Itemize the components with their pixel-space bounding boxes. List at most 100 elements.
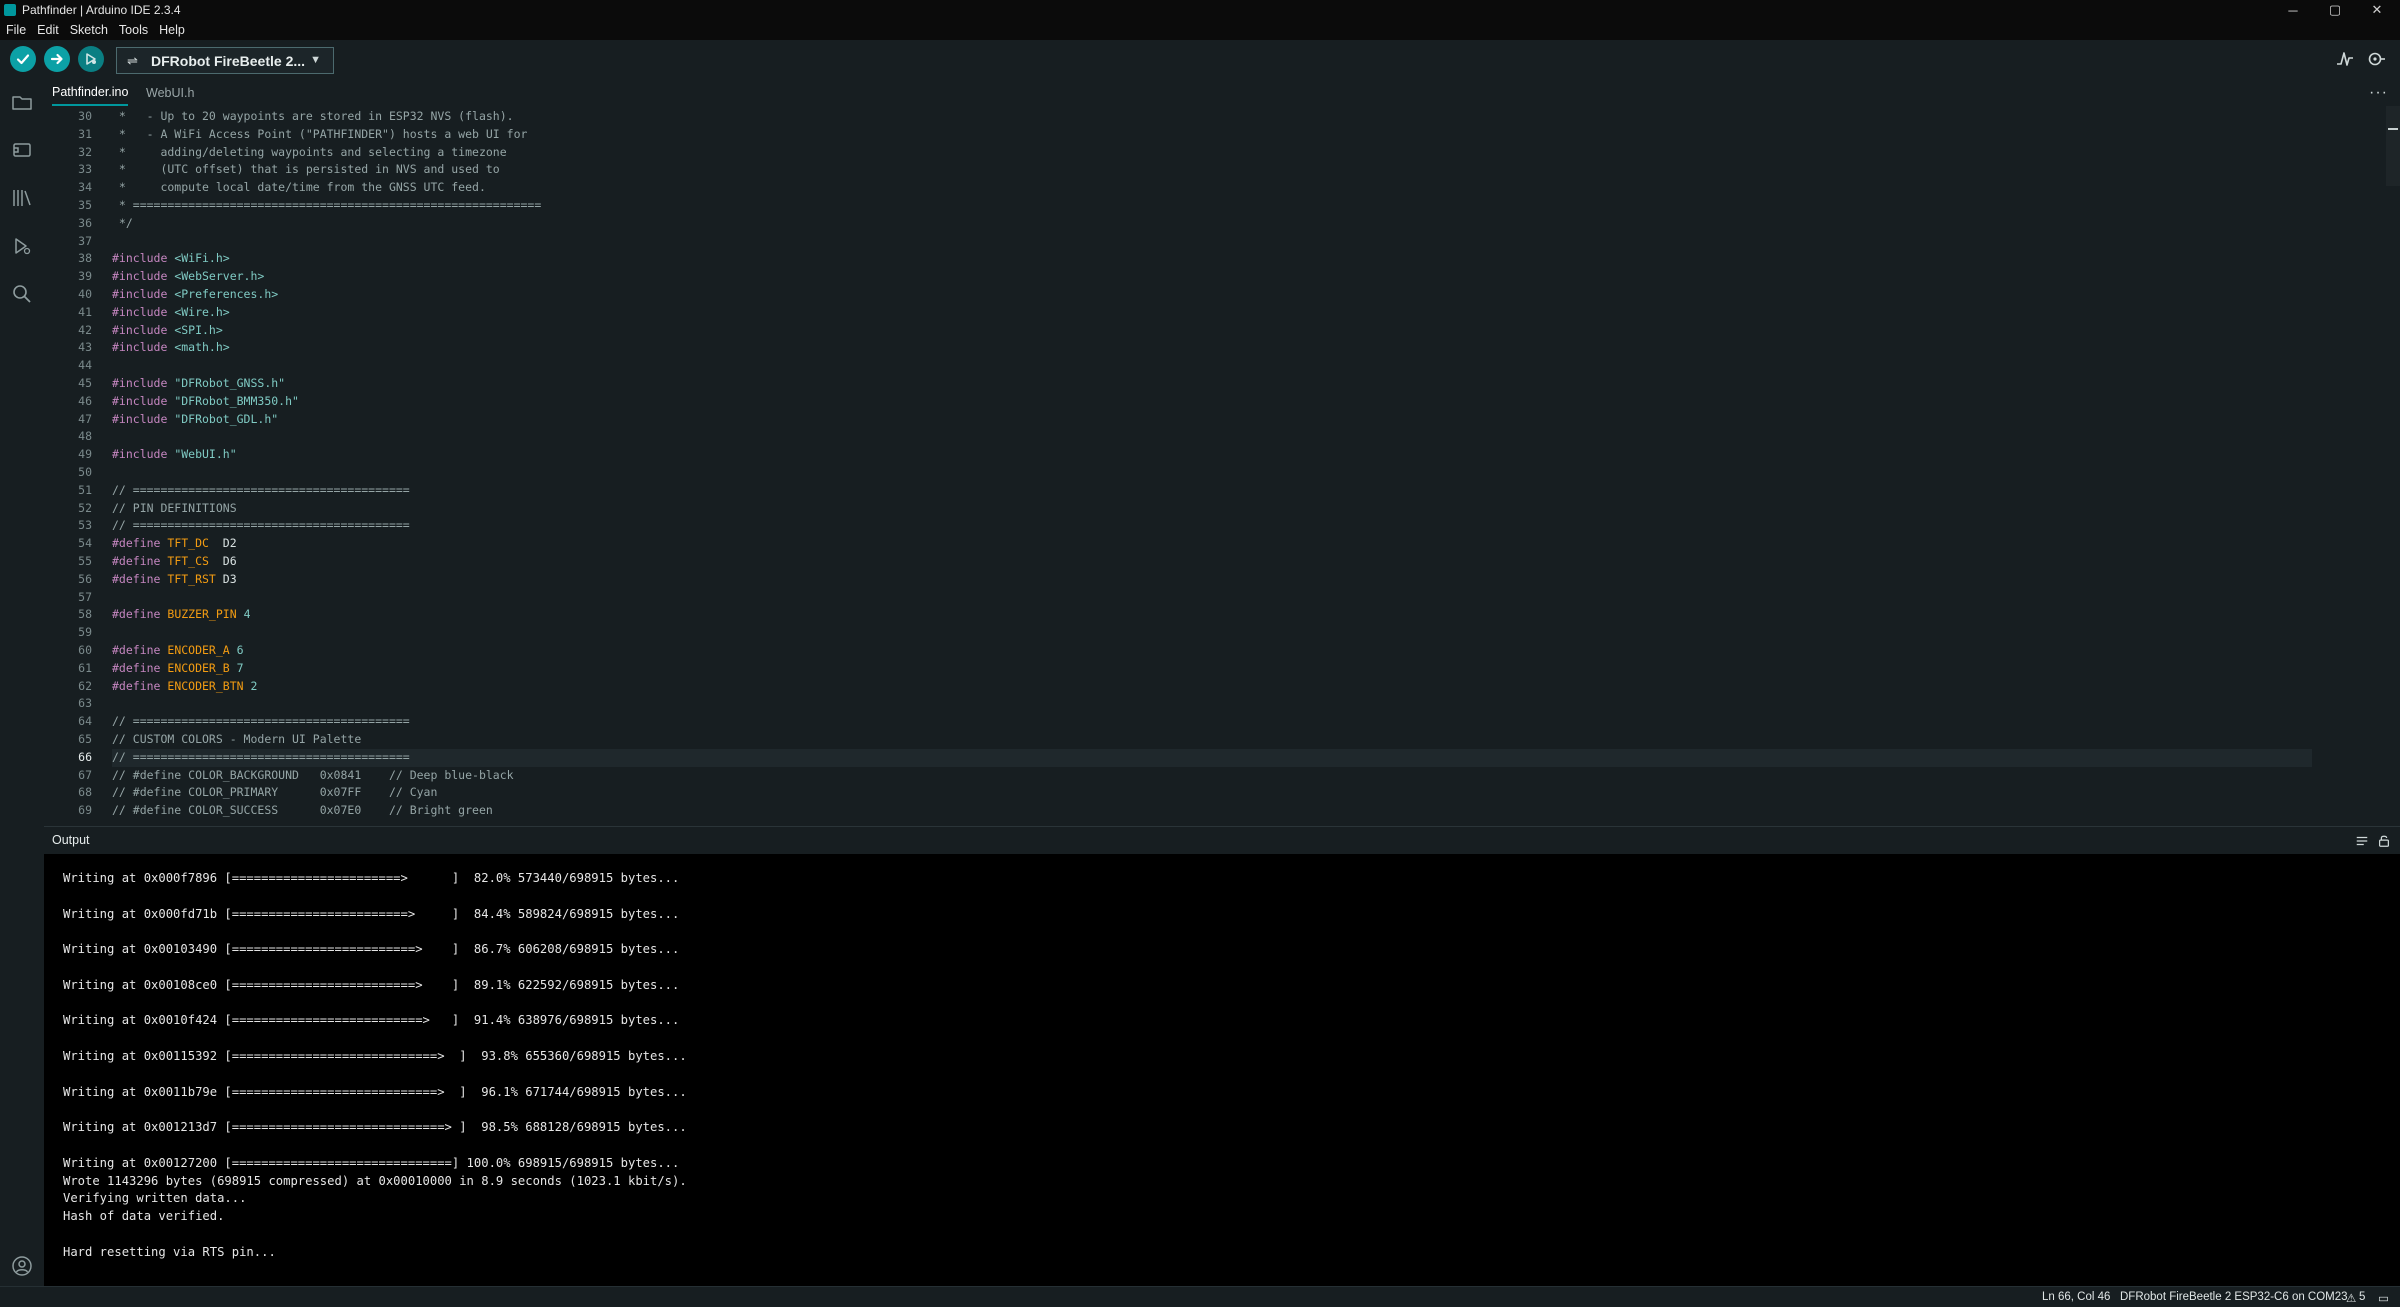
code-token: BUZZER_PIN [167,607,237,622]
code-line[interactable]: // #define COLOR_PRIMARY 0x07FF // Cyan [112,784,437,802]
line-number: 35 [78,198,92,212]
board-selector[interactable]: ⇌ DFRobot FireBeetle 2... ▼ [116,47,334,74]
code-line[interactable]: #include <Preferences.h> [112,286,278,304]
code-line[interactable]: #define ENCODER_BTN 2 [112,678,257,696]
code-token: // =====================================… [112,518,410,533]
code-editor[interactable]: 30 31 32 33 34 35 36 37 38 39 40 41 42 43 44 45 46 47 48 49… [44,106,2400,822]
title-bar: Pathfinder | Arduino IDE 2.3.4 ─ ▢ ✕ [0,0,2400,20]
code-line[interactable]: #include <Wire.h> [112,304,230,322]
line-number: 40 [78,287,92,301]
code-token: "WebUI.h" [174,447,237,462]
code-token: #include [112,287,175,301]
output-line: Hash of data verified. [63,1209,225,1224]
menu-help[interactable]: Help [159,23,185,37]
minimize-button[interactable]: ─ [2270,0,2316,20]
code-line[interactable]: #define ENCODER_A 6 [112,642,244,660]
code-line[interactable]: #include <SPI.h> [112,322,223,340]
line-number: 65 [78,732,92,746]
code-line[interactable]: #include "WebUI.h" [112,446,237,464]
code-line[interactable]: #define TFT_RST D3 [112,571,237,589]
boards-manager-icon[interactable] [10,138,34,162]
debug-button[interactable] [78,46,104,72]
code-line[interactable]: #include "DFRobot_GDL.h" [112,411,278,429]
toggle-panel-icon[interactable]: ▭ [2378,1291,2389,1305]
code-line[interactable]: #include "DFRobot_GNSS.h" [112,375,285,393]
line-number: 49 [78,447,92,462]
maximize-button[interactable]: ▢ [2312,0,2358,20]
code-line[interactable]: * - A WiFi Access Point ("PATHFINDER") h… [112,126,528,144]
code-token: // PIN DEFINITIONS [112,500,237,515]
code-line[interactable]: #include <WiFi.h> [112,250,230,268]
output-console[interactable]: Writing at 0x000f7896 [=================… [44,854,2400,1286]
code-line[interactable]: // =====================================… [112,517,410,535]
lock-scroll-icon[interactable] [2376,833,2392,849]
tab-pathfinder-ino[interactable]: Pathfinder.ino [52,80,129,106]
serial-plotter-icon[interactable] [2333,47,2357,71]
code-line[interactable]: // #define COLOR_BACKGROUND 0x0841 // De… [112,767,514,785]
code-token: * (UTC offset) that is persisted in NVS … [112,162,500,177]
code-token: #include [112,411,175,426]
line-number: 47 [78,411,92,426]
output-line: Writing at 0x00103490 [=================… [63,942,680,957]
board-selector-label: DFRobot FireBeetle 2... [151,52,306,69]
menu-edit[interactable]: Edit [37,23,59,37]
code-line[interactable]: #define BUZZER_PIN 4 [112,606,251,624]
code-line[interactable]: // CUSTOM COLORS - Modern UI Palette [112,731,361,749]
line-number: 32 [78,144,92,159]
more-options-icon[interactable]: ··· [2369,84,2388,102]
code-content[interactable]: * - Up to 20 waypoints are stored in ESP… [112,106,2316,822]
output-line: Writing at 0x00115392 [=================… [63,1049,687,1063]
output-panel-header: Output [44,826,2400,854]
line-number: 51 [78,482,92,497]
verify-button[interactable] [10,46,36,72]
debug-icon[interactable] [10,234,34,258]
tab-webui-h[interactable]: WebUI.h [146,80,194,106]
code-line[interactable]: */ [112,215,133,233]
code-line[interactable]: #define ENCODER_B 7 [112,660,244,678]
code-line[interactable]: * adding/deleting waypoints and selectin… [112,144,507,162]
line-number: 46 [78,393,92,408]
notifications-icon[interactable]: ⚠ [2346,1291,2356,1305]
menu-tools[interactable]: Tools [119,23,148,37]
code-line[interactable]: * ======================================… [112,197,541,215]
code-token: #include [112,251,175,266]
code-token: 4 [236,607,251,622]
code-line[interactable]: #include <WebServer.h> [112,268,264,286]
code-line[interactable]: // #define COLOR_SUCCESS 0x07E0 // Brigh… [112,802,493,820]
code-line[interactable]: * (UTC offset) that is persisted in NVS … [112,161,500,179]
code-line[interactable]: // =====================================… [112,713,410,731]
notifications-count[interactable]: 5 [2359,1291,2365,1303]
line-number: 34 [78,180,92,195]
clear-output-icon[interactable] [2354,833,2370,849]
code-token: * adding/deleting waypoints and selectin… [112,144,507,159]
line-number: 39 [78,269,92,284]
code-line[interactable]: #define TFT_CS D6 [112,553,237,571]
code-line[interactable]: * - Up to 20 waypoints are stored in ESP… [112,108,514,126]
code-line[interactable]: #include <math.h> [112,339,230,357]
serial-monitor-icon[interactable] [2364,47,2388,71]
code-token: // =====================================… [112,482,410,497]
account-icon[interactable] [10,1254,34,1278]
status-bar: Ln 66, Col 46 DFRobot FireBeetle 2 ESP32… [0,1286,2400,1307]
code-line[interactable]: // =====================================… [112,748,2312,767]
close-button[interactable]: ✕ [2354,0,2400,20]
menu-file[interactable]: File [6,23,26,37]
code-line[interactable]: #include "DFRobot_BMM350.h" [112,393,299,411]
code-token: <Preferences.h> [174,287,279,301]
search-icon[interactable] [10,282,34,306]
cursor-position[interactable]: Ln 66, Col 46 [2042,1291,2110,1303]
code-token: * compute local date/time from the GNSS … [112,180,486,195]
editor-tabs: Pathfinder.ino WebUI.h ··· [44,80,2400,106]
code-line[interactable]: // PIN DEFINITIONS [112,500,237,518]
code-line[interactable]: // =====================================… [112,482,410,500]
menu-sketch[interactable]: Sketch [70,23,108,37]
folder-icon[interactable] [10,90,34,114]
code-token: // CUSTOM COLORS - Modern UI Palette [112,732,362,746]
code-line[interactable]: #define TFT_DC D2 [112,535,237,553]
library-icon[interactable] [10,186,34,210]
board-port-status[interactable]: DFRobot FireBeetle 2 ESP32-C6 on COM23 [2120,1291,2348,1303]
code-token: #include [112,393,175,408]
code-token: // =====================================… [112,749,410,764]
code-line[interactable]: * compute local date/time from the GNSS … [112,179,486,197]
upload-button[interactable] [44,46,70,72]
